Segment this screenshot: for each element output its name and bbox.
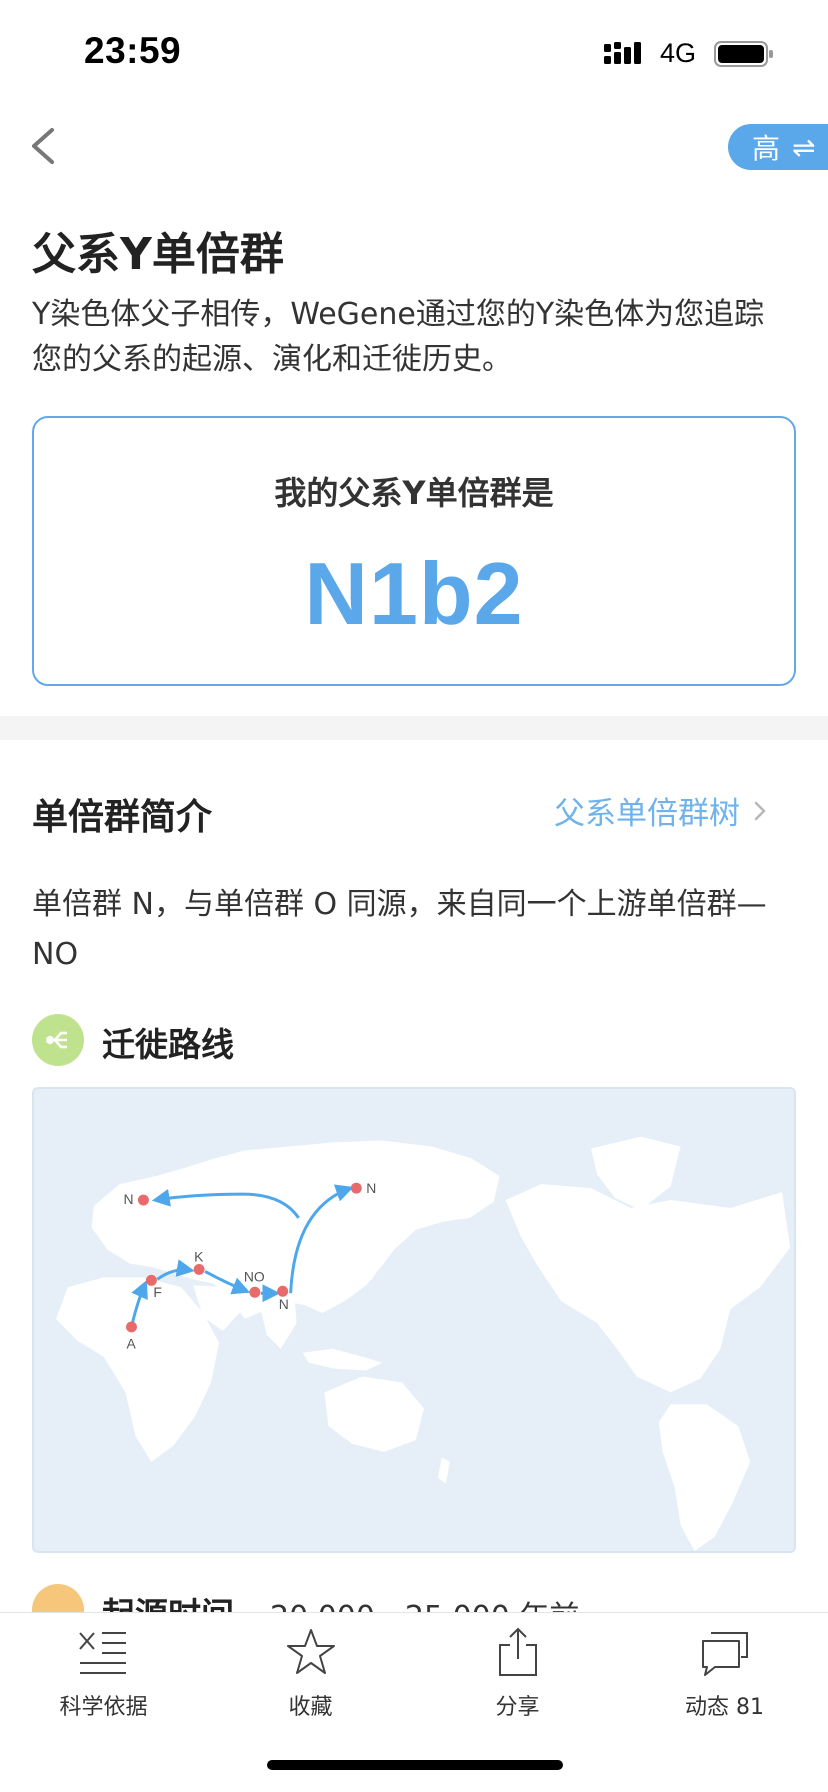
tab-label: 科学依据	[59, 1695, 148, 1720]
migration-map: A F K NO N N N	[32, 1087, 796, 1553]
migration-title: 迁徙路线	[102, 1025, 234, 1064]
tree-link-label: 父系单倍群树	[554, 796, 740, 832]
level-switch-label: 高	[752, 132, 781, 165]
world-map: A F K NO N N N	[34, 1089, 794, 1551]
map-point-n-south	[277, 1285, 289, 1297]
level-switch-button[interactable]: 高 ⇌	[728, 124, 828, 170]
tab-favorite[interactable]: 收藏	[207, 1613, 414, 1723]
star-icon	[287, 1629, 335, 1674]
result-label: 我的父系Y单倍群是	[274, 474, 554, 512]
map-label-n-south: N	[279, 1296, 289, 1312]
map-point-no	[249, 1286, 261, 1298]
tab-label: 收藏	[288, 1695, 333, 1720]
tab-label: 动态 81	[685, 1695, 764, 1720]
map-label-a: A	[127, 1336, 137, 1352]
haplogroup-result-card: 我的父系Y单倍群是 N1b2	[32, 416, 796, 686]
intro-text: 单倍群 N，与单倍群 O 同源，来自同一个上游单倍群—NO	[32, 887, 767, 972]
tab-share[interactable]: 分享	[414, 1613, 621, 1723]
chevron-left-icon	[32, 128, 54, 164]
map-label-n-east: N	[366, 1180, 376, 1196]
map-label-f: F	[153, 1284, 162, 1300]
map-label-k: K	[194, 1249, 204, 1265]
section-divider	[0, 716, 828, 740]
tab-label: 分享	[495, 1695, 540, 1720]
map-point-n-west	[137, 1194, 149, 1206]
map-point-a	[126, 1321, 137, 1333]
list-icon	[79, 1632, 126, 1674]
tab-activity[interactable]: 动态 81	[621, 1613, 828, 1723]
page-description: Y染色体父子相传，WeGene通过您的Y染色体为您追踪您的父系的起源、演化和迁徙…	[32, 297, 765, 377]
network-label: 4G	[660, 38, 697, 68]
page-title: 父系Y单倍群	[32, 229, 284, 280]
status-time: 23:59	[84, 30, 182, 71]
chevron-right-icon	[754, 801, 766, 820]
home-indicator	[267, 1760, 563, 1770]
haplogroup-tree-link[interactable]: 父系单倍群树	[554, 788, 766, 833]
comments-icon	[702, 1632, 748, 1676]
haplogroup-value: N1b2	[304, 544, 524, 643]
battery-icon	[714, 41, 773, 67]
back-button[interactable]	[24, 122, 64, 170]
map-label-no: NO	[244, 1268, 265, 1284]
map-point-k	[193, 1263, 205, 1275]
swap-arrows-icon: ⇌	[792, 130, 816, 164]
map-label-n-west: N	[124, 1191, 134, 1207]
map-point-n-east	[350, 1182, 362, 1194]
share-icon	[499, 1627, 537, 1676]
tab-scientific-basis[interactable]: 科学依据	[0, 1613, 207, 1723]
route-icon	[32, 1014, 84, 1066]
intro-section-title: 单倍群简介	[32, 797, 213, 838]
signal-icon	[604, 42, 641, 64]
